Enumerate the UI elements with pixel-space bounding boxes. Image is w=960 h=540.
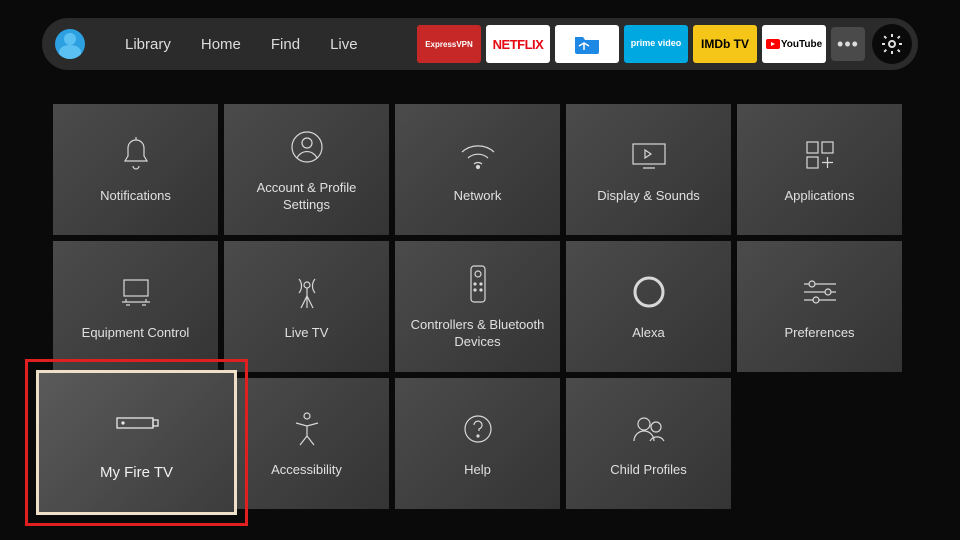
apps-icon	[803, 134, 837, 176]
app-file-explorer[interactable]	[555, 25, 619, 63]
wifi-icon	[458, 134, 498, 176]
tile-label: Preferences	[776, 325, 862, 342]
tile-label: Display & Sounds	[589, 188, 708, 205]
nav-live[interactable]: Live	[330, 36, 358, 53]
tile-child-profiles[interactable]: Child Profiles	[566, 378, 731, 509]
tile-equipment[interactable]: Equipment Control	[53, 241, 218, 372]
tile-controllers[interactable]: Controllers & Bluetooth Devices	[395, 241, 560, 372]
child-profiles-icon	[630, 408, 668, 450]
app-netflix[interactable]: NETFLIX	[486, 25, 550, 63]
tile-label: Controllers & Bluetooth Devices	[395, 317, 560, 351]
bell-icon	[119, 134, 153, 176]
user-icon	[290, 126, 324, 168]
app-prime-video[interactable]: prime video	[624, 25, 688, 63]
tile-preferences[interactable]: Preferences	[737, 241, 902, 372]
tile-label: Live TV	[277, 325, 337, 342]
tile-applications[interactable]: Applications	[737, 104, 902, 235]
tile-label: Accessibility	[263, 462, 350, 479]
sliders-icon	[800, 271, 840, 313]
nav-home[interactable]: Home	[201, 36, 241, 53]
tile-label: Alexa	[624, 325, 673, 342]
youtube-play-icon	[766, 39, 780, 49]
remote-icon	[469, 263, 487, 305]
tile-accessibility[interactable]: Accessibility	[224, 378, 389, 509]
tile-livetv[interactable]: Live TV	[224, 241, 389, 372]
selection-highlight: My Fire TV	[25, 359, 248, 526]
tile-label: Account & Profile Settings	[224, 180, 389, 214]
app-expressvpn[interactable]: ExpressVPN	[417, 25, 481, 63]
tile-label: Equipment Control	[74, 325, 198, 342]
tile-label: Notifications	[92, 188, 179, 205]
firetv-stick-icon	[113, 404, 161, 442]
app-imdb-tv[interactable]: IMDb TV	[693, 25, 757, 63]
equipment-icon	[116, 271, 156, 313]
tile-display[interactable]: Display & Sounds	[566, 104, 731, 235]
app-shortcuts: ExpressVPN NETFLIX prime video IMDb TV Y…	[417, 24, 918, 64]
tile-alexa[interactable]: Alexa	[566, 241, 731, 372]
tv-icon	[629, 134, 669, 176]
more-apps-button[interactable]: •••	[831, 27, 865, 61]
gear-icon	[880, 32, 904, 56]
top-bar: Library Home Find Live ExpressVPN NETFLI…	[42, 18, 918, 70]
alexa-icon	[632, 271, 666, 313]
tile-account[interactable]: Account & Profile Settings	[224, 104, 389, 235]
accessibility-icon	[292, 408, 322, 450]
tile-label: Network	[446, 188, 510, 205]
tile-label: Applications	[776, 188, 862, 205]
tile-label: My Fire TV	[100, 464, 173, 481]
settings-button[interactable]	[872, 24, 912, 64]
profile-avatar[interactable]	[55, 29, 85, 59]
tile-label: Help	[456, 462, 499, 479]
tile-help[interactable]: Help	[395, 378, 560, 509]
antenna-icon	[291, 271, 323, 313]
nav-find[interactable]: Find	[271, 36, 300, 53]
app-youtube-label: YouTube	[781, 39, 822, 50]
tile-my-fire-tv[interactable]: My Fire TV	[36, 370, 237, 515]
app-youtube[interactable]: YouTube	[762, 25, 826, 63]
nav-tabs: Library Home Find Live	[125, 36, 358, 53]
help-icon	[462, 408, 494, 450]
tile-notifications[interactable]: Notifications	[53, 104, 218, 235]
tile-label: Child Profiles	[602, 462, 695, 479]
tile-network[interactable]: Network	[395, 104, 560, 235]
nav-library[interactable]: Library	[125, 36, 171, 53]
